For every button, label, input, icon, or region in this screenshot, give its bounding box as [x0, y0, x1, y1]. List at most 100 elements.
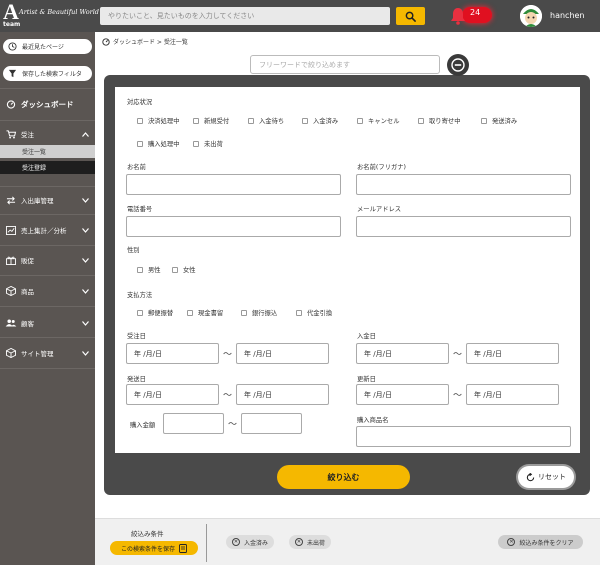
clear-condition-label: 絞込み条件をクリア [519, 539, 574, 547]
status-label: 対応状況 [127, 99, 153, 106]
saved-filter-label: 保存した検索フィルタ [22, 71, 82, 78]
order-date-to[interactable]: 年 /月/日 [236, 343, 329, 364]
logo[interactable]: A team Artist & Beautiful World [3, 0, 99, 30]
name-input[interactable] [126, 174, 341, 195]
condition-tag[interactable]: ✕ 入金済み [226, 535, 275, 549]
sidebar-item-promotion[interactable]: 販促 [0, 252, 95, 268]
sidebar-divider [0, 214, 95, 215]
close-icon[interactable]: ✕ [232, 538, 240, 546]
sidebar-divider [0, 186, 95, 187]
sidebar-item-products[interactable]: 商品 [0, 283, 95, 299]
condition-tag[interactable]: ✕ 未出荷 [289, 535, 332, 549]
ship-date-to[interactable]: 年 /月/日 [236, 384, 329, 405]
status-checkbox[interactable]: 入金済み [302, 116, 338, 125]
name-label: お名前 [127, 164, 146, 171]
condition-divider [206, 524, 207, 562]
sidebar-item-order-list[interactable]: 受注一覧 [0, 145, 95, 158]
chart-icon [6, 225, 16, 235]
chevron-down-icon [82, 288, 89, 294]
range-tilde: 〜 [223, 350, 233, 360]
payment-checkbox[interactable]: 現金書留 [187, 308, 223, 317]
sidebar-item-sales[interactable]: 売上集計／分析 [0, 222, 95, 238]
payment-checkbox[interactable]: 郵便振替 [137, 308, 173, 317]
payment-checkbox[interactable]: 銀行振込 [241, 308, 277, 317]
sidebar-label-order-list: 受注一覧 [22, 149, 47, 156]
chevron-down-icon [82, 227, 89, 233]
payment-date-from[interactable]: 年 /月/日 [356, 343, 449, 364]
amount-from-input[interactable] [163, 413, 224, 434]
breadcrumb: ダッシュボード > 受注一覧 [102, 37, 188, 46]
save-condition-button[interactable]: この検索条件を保存 [110, 541, 198, 555]
dashboard-icon [6, 99, 16, 109]
sidebar-label-order-register: 受注登録 [22, 165, 47, 172]
sidebar-label-promotion: 販促 [21, 257, 34, 265]
status-checkbox[interactable]: 入金待ち [248, 116, 284, 125]
payment-date-to[interactable]: 年 /月/日 [466, 343, 559, 364]
clear-condition-button[interactable]: ✕ 絞込み条件をクリア [498, 535, 583, 549]
sidebar-divider [0, 337, 95, 338]
chevron-down-icon [82, 320, 89, 326]
ship-date-from[interactable]: 年 /月/日 [126, 384, 219, 405]
sidebar-label-inventory: 入出庫管理 [21, 197, 54, 205]
close-icon[interactable]: ✕ [295, 538, 303, 546]
payment-checkbox[interactable]: 代金引換 [296, 308, 332, 317]
saved-filter-button[interactable]: 保存した検索フィルタ [3, 66, 92, 81]
global-search-input[interactable] [100, 7, 390, 25]
range-tilde: 〜 [223, 391, 233, 401]
gift-icon [6, 256, 16, 265]
logo-sub: team [3, 21, 21, 28]
status-checkbox[interactable]: 未出荷 [193, 139, 223, 148]
bell-icon [451, 8, 465, 25]
breadcrumb-text[interactable]: ダッシュボード > 受注一覧 [113, 37, 188, 46]
range-tilde: 〜 [228, 420, 238, 430]
update-date-from[interactable]: 年 /月/日 [356, 384, 449, 405]
status-checkbox[interactable]: キャンセル [357, 116, 399, 125]
payment-date-label: 入金日 [357, 333, 376, 340]
sidebar-item-customers[interactable]: 顧客 [0, 315, 95, 331]
sidebar-item-order-register[interactable]: 受注登録 [0, 161, 95, 174]
status-checkbox[interactable]: 決済処理中 [137, 116, 179, 125]
chevron-down-icon [82, 350, 89, 356]
phone-input[interactable] [126, 216, 341, 237]
update-date-to[interactable]: 年 /月/日 [466, 384, 559, 405]
amount-to-input[interactable] [241, 413, 302, 434]
box-icon [6, 348, 16, 358]
reset-button[interactable]: リセット [518, 466, 574, 488]
sidebar-item-inventory[interactable]: 入出庫管理 [0, 192, 95, 208]
sidebar-divider [0, 306, 95, 307]
product-name-input[interactable] [356, 426, 571, 447]
logo-tagline: Artist & Beautiful World [19, 8, 99, 16]
cart-icon [6, 129, 17, 139]
sidebar-item-dashboard[interactable]: ダッシュボード [0, 94, 95, 114]
condition-tag-label: 入金済み [244, 539, 269, 547]
sidebar-item-site[interactable]: サイト管理 [0, 345, 95, 361]
notification-button[interactable]: 24 [450, 5, 492, 27]
kana-input[interactable] [356, 174, 571, 195]
sidebar-item-orders[interactable]: 受注 [0, 126, 95, 142]
avatar[interactable] [520, 5, 542, 27]
collapse-button[interactable] [447, 54, 469, 76]
status-checkbox[interactable]: 発送済み [481, 116, 517, 125]
email-input[interactable] [356, 216, 571, 237]
filter-icon [8, 69, 17, 78]
sidebar-divider [0, 275, 95, 276]
status-checkbox[interactable]: 新規受付 [193, 116, 229, 125]
search-button[interactable] [396, 7, 425, 25]
sidebar-label-site: サイト管理 [21, 350, 54, 358]
payment-label: 支払方法 [127, 292, 153, 299]
username[interactable]: hanchen [550, 11, 585, 20]
top-bar: A team Artist & Beautiful World 24 hanch… [0, 0, 600, 32]
recent-page-button[interactable]: 最近見たページ [3, 39, 92, 54]
gender-checkbox[interactable]: 女性 [172, 265, 196, 274]
status-checkbox[interactable]: 取り寄せ中 [418, 116, 460, 125]
submit-button[interactable]: 絞り込む [277, 465, 410, 489]
freeword-input[interactable] [250, 55, 440, 74]
recent-page-label: 最近見たページ [22, 44, 64, 51]
order-date-from[interactable]: 年 /月/日 [126, 343, 219, 364]
sidebar-divider [0, 120, 95, 121]
chevron-down-icon [82, 197, 89, 203]
sidebar-label-sales: 売上集計／分析 [21, 227, 67, 235]
status-checkbox[interactable]: 購入処理中 [137, 139, 179, 148]
chevron-down-icon [82, 257, 89, 263]
gender-checkbox[interactable]: 男性 [137, 265, 161, 274]
